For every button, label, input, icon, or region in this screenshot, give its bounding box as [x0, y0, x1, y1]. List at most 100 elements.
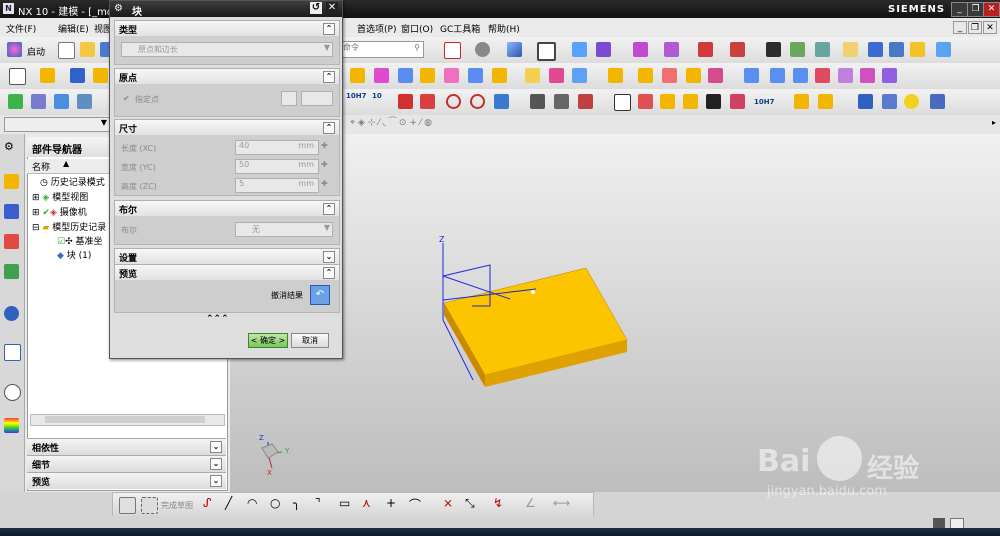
reuse-library-tab-icon[interactable] — [4, 264, 19, 279]
analysis-icon[interactable] — [698, 42, 713, 57]
edit-feature-icon[interactable] — [31, 94, 46, 109]
layers-icon[interactable] — [790, 42, 805, 57]
tolerance-label[interactable]: 10 — [372, 92, 382, 100]
doc-restore-button[interactable]: ❐ — [968, 21, 982, 34]
expand-icon[interactable]: ⊞ — [32, 193, 40, 203]
boss-icon[interactable] — [444, 68, 459, 83]
fit-standard-label-2[interactable]: 10H7 — [754, 98, 774, 106]
section-preview[interactable]: 预览 ⌄ — [27, 472, 226, 489]
undo-result-button[interactable]: ↶ — [310, 285, 330, 305]
finish-sketch-icon[interactable] — [141, 497, 158, 514]
group-icon[interactable] — [815, 42, 830, 57]
arc-icon[interactable]: ◠ — [247, 496, 257, 510]
explode-icon[interactable] — [936, 42, 951, 57]
menu-preferences[interactable]: 首选项(P) — [357, 22, 396, 35]
minimize-button[interactable]: _ — [951, 2, 968, 17]
undo-arrow-icon[interactable] — [494, 94, 509, 109]
scrollbar-thumb[interactable] — [45, 416, 205, 423]
collapse-dialog-icon[interactable]: ⌃⌃⌃ — [206, 314, 229, 324]
tree-item-datum-csys[interactable]: ☑✣ 基准坐 — [57, 234, 103, 247]
navigator-hscrollbar[interactable] — [30, 414, 225, 426]
open-folder-icon[interactable] — [80, 42, 95, 57]
restore-button[interactable]: ❐ — [967, 2, 984, 17]
offset-surface-icon[interactable] — [793, 68, 808, 83]
snap-tools[interactable]: ⌖ ◈ ⊹ ⁄ ◟ ⁀ ⊙ + ⁄ ◍ — [350, 118, 600, 130]
circle-icon[interactable]: ○ — [270, 496, 280, 510]
cancel-button[interactable]: 取消 — [291, 333, 329, 348]
web-browser-tab-icon[interactable] — [4, 344, 21, 361]
pattern-icon[interactable] — [838, 68, 853, 83]
assembly-icon[interactable] — [868, 42, 883, 57]
type-filter-select[interactable]: ▼ — [4, 117, 111, 132]
tree-item-model-views[interactable]: ⊞ ◈ 模型视图 — [32, 190, 88, 203]
doc-minimize-button[interactable]: _ — [953, 21, 967, 34]
tree-item-history-mode[interactable]: ◷ 历史记录模式 — [40, 175, 105, 188]
fit-view-icon[interactable] — [444, 42, 461, 59]
point-dialog-button[interactable] — [281, 91, 297, 106]
nut-icon[interactable] — [882, 94, 897, 109]
finish-sketch-label[interactable]: 完成草图 — [161, 500, 193, 511]
hole-icon[interactable] — [93, 68, 108, 83]
assembly-navigator-tab-icon[interactable] — [4, 204, 19, 219]
start-icon[interactable] — [7, 42, 22, 57]
revolve-icon[interactable] — [70, 68, 85, 83]
line-icon[interactable]: ╱ — [225, 496, 232, 510]
id-symbol-icon[interactable] — [683, 94, 698, 109]
dimensions-section-header[interactable]: 尺寸 ⌃ — [114, 119, 340, 136]
fit-standard-label[interactable]: 10H7 — [346, 92, 366, 100]
dimension-icon[interactable] — [730, 42, 745, 57]
start-label[interactable]: 启动 — [27, 45, 45, 58]
sphere-icon[interactable] — [420, 68, 435, 83]
dialog-close-icon[interactable]: ✕ — [326, 2, 338, 14]
palette-tab-icon[interactable] — [4, 418, 19, 433]
arrow-icon[interactable] — [730, 94, 745, 109]
tree-item-cameras[interactable]: ⊞ ✔◈ 摄像机 — [32, 205, 87, 218]
section-dependencies[interactable]: 相依性 ⌄ — [27, 438, 226, 455]
weld-symbol-icon[interactable] — [794, 94, 809, 109]
balloon-icon[interactable] — [660, 94, 675, 109]
height-menu-icon[interactable]: ✚ — [321, 179, 328, 188]
cylinder-icon[interactable] — [374, 68, 389, 83]
tree-icon[interactable] — [77, 94, 92, 109]
gear-icon[interactable]: ⚙ — [4, 140, 14, 153]
rib-icon[interactable] — [572, 68, 587, 83]
block-feature-icon[interactable] — [350, 68, 365, 83]
constraint-navigator-tab-icon[interactable] — [4, 234, 19, 249]
make-corner-icon[interactable]: ↯ — [493, 496, 503, 510]
sketch-rect-icon[interactable] — [9, 68, 26, 85]
width-input[interactable]: 50 mm — [235, 159, 319, 174]
move-face-icon[interactable] — [882, 68, 897, 83]
origin-section-header[interactable]: 原点 ⌃ — [114, 68, 340, 85]
extrude-icon[interactable] — [40, 68, 55, 83]
tree-item-block[interactable]: ◆ 块 (1) — [57, 248, 91, 261]
history-tab-icon[interactable] — [4, 384, 21, 401]
subtract-icon[interactable] — [638, 68, 653, 83]
cone-icon[interactable] — [398, 68, 413, 83]
menu-gc-toolbox[interactable]: GC工具箱 — [440, 22, 480, 35]
extend-icon[interactable]: ⤡ — [465, 496, 475, 511]
height-input[interactable]: 5 mm — [235, 178, 319, 193]
ring-icon[interactable] — [904, 94, 919, 109]
groove-icon[interactable] — [549, 68, 564, 83]
new-file-icon[interactable] — [58, 42, 75, 59]
surface-finish-icon[interactable] — [554, 94, 569, 109]
pocket-icon[interactable] — [468, 68, 483, 83]
chamfer-icon[interactable]: ⌝ — [315, 496, 321, 510]
menu-window[interactable]: 窗口(O) — [401, 22, 433, 35]
analysis-tool-icon[interactable] — [930, 94, 945, 109]
table-icon[interactable] — [54, 94, 69, 109]
constraint-icon[interactable] — [910, 42, 925, 57]
rotate-icon[interactable] — [475, 42, 490, 57]
intersect-icon[interactable] — [662, 68, 677, 83]
slot-icon[interactable] — [525, 68, 540, 83]
part-icon[interactable] — [818, 94, 833, 109]
menu-file[interactable]: 文件(F) — [6, 22, 36, 35]
cylinder-part-icon[interactable] — [858, 94, 873, 109]
spline-icon[interactable]: ⌒ — [409, 496, 421, 513]
doc-close-button[interactable]: ✕ — [983, 21, 997, 34]
info-tab-icon[interactable] — [4, 306, 19, 321]
close-button[interactable]: ✕ — [983, 2, 1000, 17]
circle-no-icon[interactable] — [446, 94, 461, 109]
polygon-icon[interactable]: ⋏ — [362, 496, 371, 510]
flag-icon[interactable] — [398, 94, 413, 109]
